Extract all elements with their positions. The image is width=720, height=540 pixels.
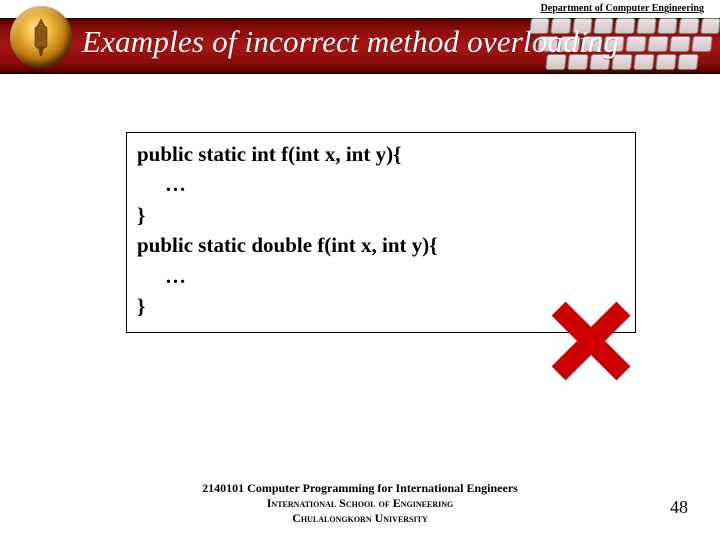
code-line: public static double f(int x, int y){ — [137, 230, 625, 260]
page-number: 48 — [670, 497, 688, 518]
university-logo — [10, 6, 72, 68]
footer-course: 2140101 Computer Programming for Interna… — [0, 481, 720, 496]
logo-emblem-icon — [28, 16, 54, 58]
code-line: } — [137, 200, 625, 230]
incorrect-cross-icon — [546, 296, 636, 386]
slide-title: Examples of incorrect method overloading — [82, 24, 619, 60]
footer: 2140101 Computer Programming for Interna… — [0, 481, 720, 526]
footer-university: Chulalongkorn University — [0, 511, 720, 526]
code-line: … — [137, 261, 625, 291]
code-line: public static int f(int x, int y){ — [137, 139, 625, 169]
footer-school: International School of Engineering — [0, 496, 720, 511]
header-bar: Department of Computer Engineering Examp… — [0, 0, 720, 82]
code-line: … — [137, 169, 625, 199]
department-label: Department of Computer Engineering — [541, 3, 704, 14]
